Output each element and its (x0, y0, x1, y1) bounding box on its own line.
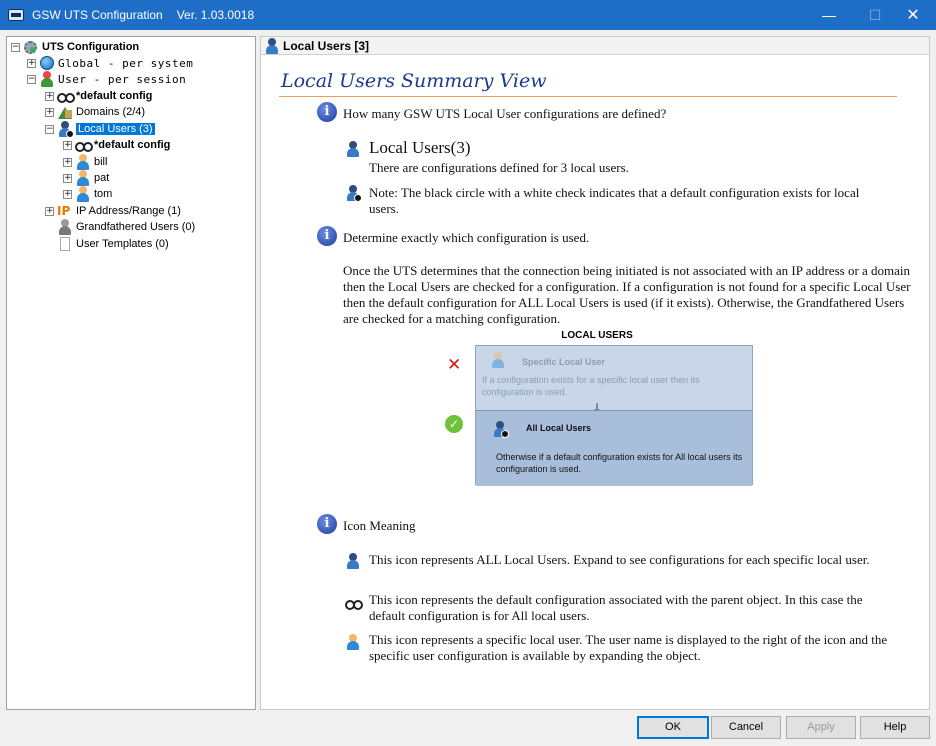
users-group-icon (39, 71, 55, 87)
tree-item-label: *default config (76, 90, 153, 102)
tree-item-global[interactable]: + Global - per system (27, 55, 193, 71)
detail-pane: Local Users [3] Local Users Summary View… (260, 36, 930, 710)
app-icon (8, 9, 24, 21)
tree-item-label: UTS Configuration (42, 41, 140, 53)
tree-item-ip-range[interactable]: + IP IP Address/Range (1) (45, 203, 181, 219)
minimize-button[interactable]: — (806, 0, 852, 30)
info-icon: i (317, 226, 337, 246)
template-icon (57, 236, 73, 252)
diagram-title: LOCAL USERS (561, 330, 633, 341)
title-bar: GSW UTS Configuration Ver. 1.03.0018 — ☐… (0, 0, 936, 30)
default-config-icon (75, 137, 93, 153)
tree-item-label: *default config (94, 139, 171, 151)
expand-toggle[interactable]: + (63, 189, 72, 199)
expand-toggle[interactable]: + (63, 157, 72, 167)
tree-item-label: Domains (2/4) (76, 106, 146, 118)
window-version: Ver. 1.03.0018 (176, 8, 255, 22)
local-users-icon (264, 37, 280, 54)
tree-item-default-config[interactable]: + *default config (45, 88, 152, 104)
apply-button[interactable]: Apply (786, 716, 856, 739)
expand-toggle[interactable]: + (63, 173, 72, 183)
local-users-diagram: LOCAL USERS ✕ ✓ Specific Local User If a… (445, 330, 753, 500)
local-users-default-icon (345, 185, 362, 202)
tree-item-user-pat[interactable]: + pat (63, 170, 109, 186)
config-tree[interactable]: − UTS Configuration + Global - per syste… (6, 36, 256, 710)
collapse-toggle[interactable]: − (45, 124, 54, 134)
tree-item-label: User Templates (0) (76, 238, 169, 250)
tree-item-domains[interactable]: + Domains (2/4) (45, 104, 145, 120)
tree-item-label: Local Users (3) (76, 123, 155, 135)
tree-item-local-default-config[interactable]: + *default config (63, 137, 170, 153)
user-icon (345, 634, 361, 654)
tree-item-label: IP Address/Range (1) (76, 205, 181, 217)
gear-icon (23, 39, 39, 55)
check-icon: ✓ (445, 415, 463, 433)
local-users-count-title: Local Users(3) (369, 138, 471, 157)
local-users-icon (345, 553, 361, 573)
tree-item-root[interactable]: − UTS Configuration (11, 39, 139, 55)
globe-icon (39, 55, 55, 71)
user-icon (75, 186, 91, 202)
tree-item-user-tom[interactable]: + tom (63, 186, 112, 202)
collapse-toggle[interactable]: − (27, 74, 36, 84)
icon-default-config-text: This icon represents the default configu… (369, 592, 863, 623)
specific-user-label: Specific Local User (522, 357, 606, 367)
explanation-paragraph: Once the UTS determines that the connect… (343, 263, 911, 326)
user-icon (75, 154, 91, 170)
question-count: How many GSW UTS Local User configuratio… (343, 106, 667, 121)
info-icon: i (317, 514, 337, 534)
default-config-icon (345, 595, 363, 611)
all-users-text: Otherwise if a default configuration exi… (496, 452, 743, 474)
question-which-config: Determine exactly which configuration is… (343, 230, 590, 245)
detail-header: Local Users [3] (261, 37, 929, 55)
expand-toggle[interactable]: + (45, 107, 54, 117)
expand-toggle[interactable]: + (45, 91, 54, 101)
tree-item-label: User - per session (58, 72, 187, 86)
tree-item-user-templates[interactable]: User Templates (0) (57, 236, 169, 252)
expand-toggle[interactable]: + (45, 206, 54, 216)
all-users-section: All Local Users Otherwise if a default c… (476, 410, 752, 486)
icon-specific-user-text: This icon represents a specific local us… (369, 632, 888, 663)
specific-user-text: If a configuration exists for a specific… (482, 375, 700, 397)
close-button[interactable]: ✕ (890, 0, 936, 30)
tree-item-label: Grandfathered Users (0) (76, 221, 196, 233)
expand-toggle[interactable]: + (63, 140, 72, 150)
all-users-label: All Local Users (526, 423, 592, 433)
local-users-icon (345, 141, 361, 163)
title-divider (279, 96, 897, 97)
tree-item-label: Global - per system (58, 56, 194, 70)
grandfathered-user-icon (57, 219, 73, 235)
local-users-icon (57, 121, 74, 138)
window-title: GSW UTS Configuration (32, 8, 163, 22)
info-icon: i (317, 102, 337, 122)
tree-item-user[interactable]: − User - per session (27, 71, 186, 87)
icon-all-users-text: This icon represents ALL Local Users. Ex… (369, 552, 870, 567)
ip-icon: IP (57, 204, 71, 218)
domain-icon (57, 104, 73, 120)
expand-toggle[interactable]: + (27, 58, 36, 68)
diagram-box: Specific Local User If a configuration e… (475, 345, 753, 486)
help-button[interactable]: Help (860, 716, 930, 739)
local-users-default-icon (492, 421, 509, 438)
user-icon (490, 352, 506, 368)
cancel-button[interactable]: Cancel (711, 716, 781, 739)
tree-item-label: pat (94, 172, 110, 184)
note-text: Note: The black circle with a white chec… (369, 185, 860, 216)
detail-header-label: Local Users [3] (283, 38, 370, 53)
summary-title: Local Users Summary View (281, 70, 547, 92)
tree-item-label: bill (94, 156, 108, 168)
icon-meaning-heading: Icon Meaning (343, 518, 416, 533)
tree-item-local-users[interactable]: − Local Users (3) (45, 121, 155, 138)
tree-item-label: tom (94, 188, 113, 200)
user-icon (75, 170, 91, 186)
default-config-icon (57, 88, 75, 104)
tree-item-grandfathered[interactable]: Grandfathered Users (0) (57, 219, 195, 235)
tree-item-user-bill[interactable]: + bill (63, 154, 107, 170)
x-icon: ✕ (447, 355, 462, 375)
ok-button[interactable]: OK (637, 716, 709, 739)
collapse-toggle[interactable]: − (11, 42, 20, 52)
specific-user-section: Specific Local User If a configuration e… (476, 346, 752, 410)
local-users-count-text: There are configurations defined for 3 l… (369, 160, 629, 175)
